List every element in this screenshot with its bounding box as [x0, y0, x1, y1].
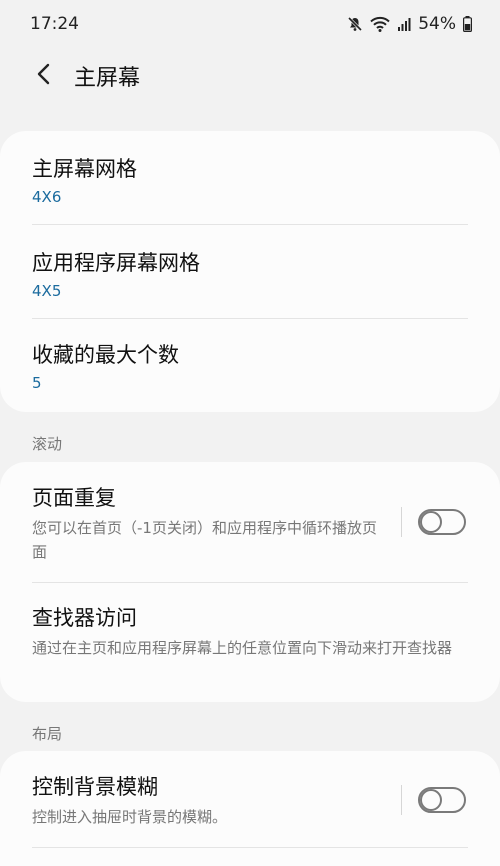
toggle-knob [420, 511, 442, 533]
toggle-knob [420, 789, 442, 811]
scroll-settings-card: 页面重复 您可以在首页（-1页关闭）和应用程序中循环播放页面 查找器访问 通过在… [0, 462, 500, 702]
item-value: 4X6 [32, 188, 62, 206]
item-value: 4X5 [32, 282, 62, 300]
signal-icon [397, 17, 411, 31]
status-bar: 17:24 54% [0, 0, 500, 48]
apps-screen-grid-item[interactable]: 应用程序屏幕网格 4X5 [0, 225, 500, 319]
battery-icon [463, 16, 472, 32]
page-loop-toggle-wrap [401, 507, 466, 537]
page-title: 主屏幕 [74, 66, 141, 91]
divider [32, 847, 468, 848]
max-favorites-item[interactable]: 收藏的最大个数 5 [0, 319, 500, 412]
wifi-icon [370, 16, 390, 32]
item-title: 收藏的最大个数 [32, 343, 179, 367]
home-screen-grid-item[interactable]: 主屏幕网格 4X6 [0, 131, 500, 225]
finder-access-item[interactable]: 查找器访问 通过在主页和应用程序屏幕上的任意位置向下滑动来打开查找器 [0, 583, 500, 702]
section-header-layout: 布局 [32, 725, 63, 743]
item-title: 应用程序屏幕网格 [32, 251, 200, 275]
battery-percent: 54% [418, 14, 456, 34]
vertical-separator [401, 507, 402, 537]
page-loop-toggle[interactable] [418, 509, 466, 535]
background-blur-toggle[interactable] [418, 787, 466, 813]
item-description: 通过在主页和应用程序屏幕上的任意位置向下滑动来打开查找器 [32, 639, 453, 657]
background-blur-toggle-wrap [401, 785, 466, 815]
item-title: 主屏幕网格 [32, 157, 137, 181]
chevron-left-icon [36, 62, 52, 90]
status-time: 17:24 [30, 14, 79, 34]
item-description: 控制进入抽屉时背景的模糊。 [32, 808, 228, 826]
mute-icon [347, 16, 363, 32]
section-header-scroll: 滚动 [32, 435, 63, 453]
status-icons: 54% [347, 14, 472, 34]
background-blur-item[interactable]: 控制背景模糊 控制进入抽屉时背景的模糊。 [0, 751, 500, 848]
app-header: 主屏幕 [0, 48, 500, 104]
back-button[interactable] [24, 56, 64, 96]
page-loop-item[interactable]: 页面重复 您可以在首页（-1页关闭）和应用程序中循环播放页面 [0, 462, 500, 583]
item-title: 查找器访问 [32, 606, 137, 630]
home-screen-settings-card: 主屏幕网格 4X6 应用程序屏幕网格 4X5 收藏的最大个数 5 [0, 131, 500, 412]
layout-settings-card: 控制背景模糊 控制进入抽屉时背景的模糊。 [0, 751, 500, 866]
item-value: 5 [32, 374, 42, 392]
vertical-separator [401, 785, 402, 815]
item-description: 您可以在首页（-1页关闭）和应用程序中循环播放页面 [32, 519, 377, 561]
